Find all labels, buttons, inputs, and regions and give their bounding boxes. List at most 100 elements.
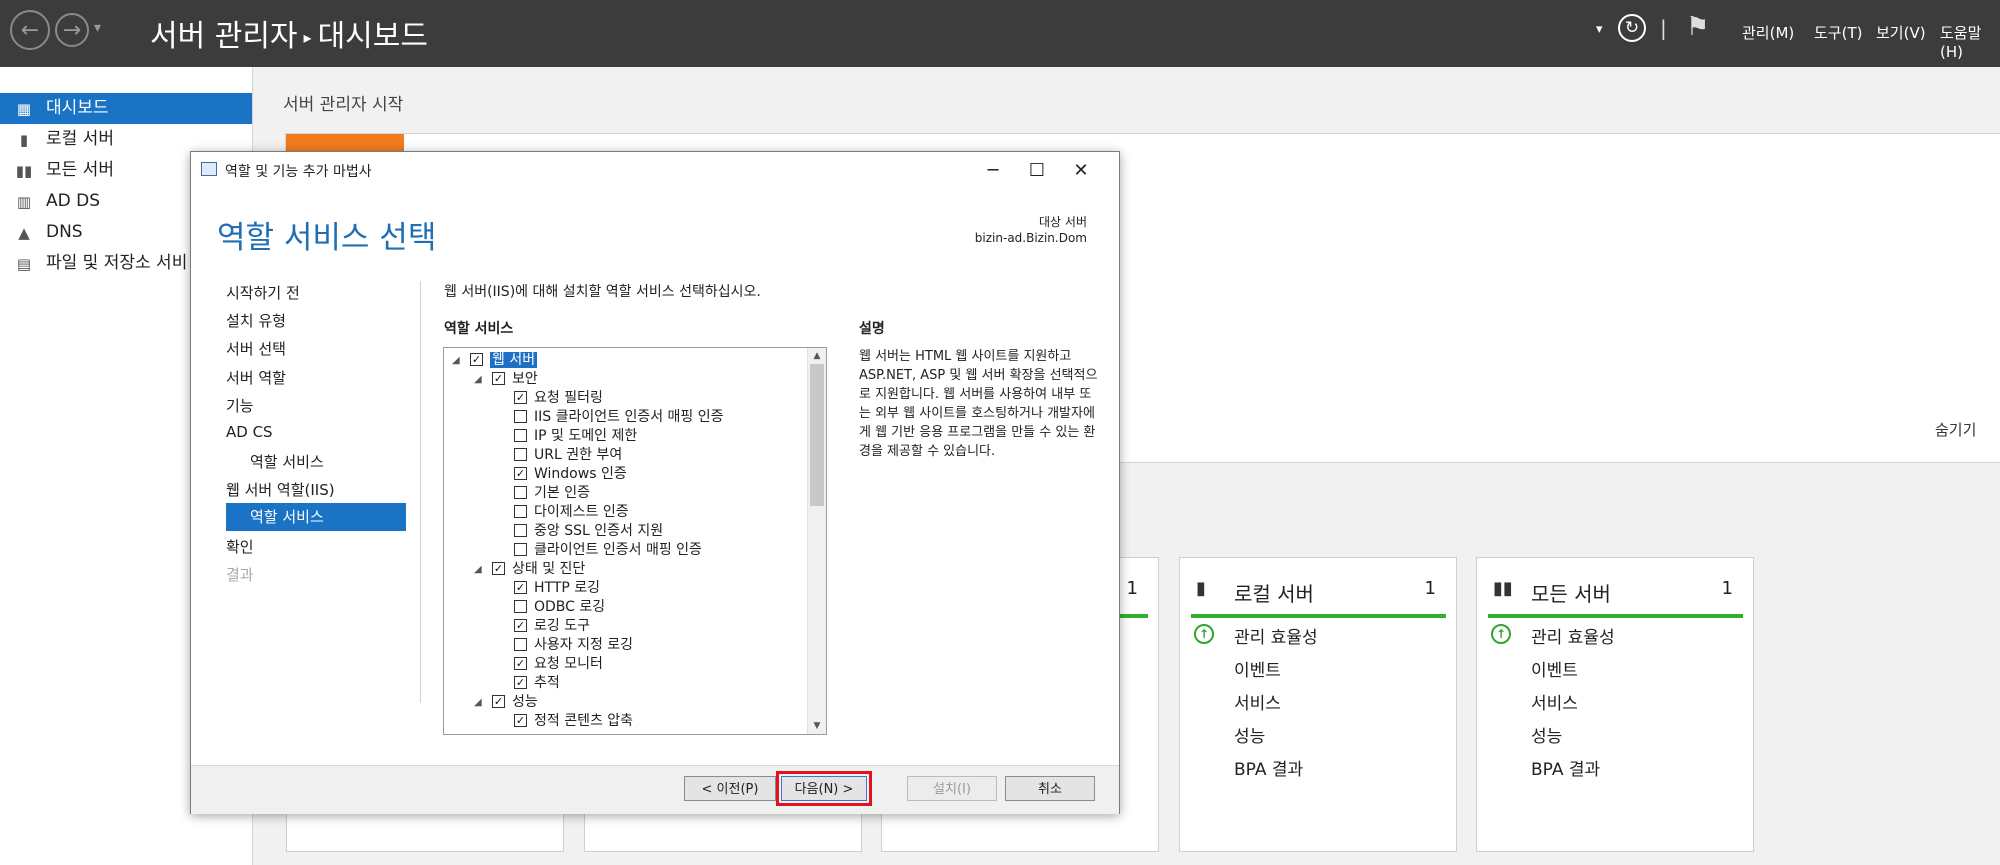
instruction-text: 웹 서버(IIS)에 대해 설치할 역할 서비스 선택하십시오. (444, 284, 761, 300)
tile-row-events[interactable]: 이벤트 (1531, 656, 1578, 681)
refresh-icon[interactable]: ↻ (1618, 14, 1646, 42)
tree-item-health-diagnostics[interactable]: ◢ ✓ 상태 및 진단 (474, 560, 585, 579)
checkbox[interactable]: ✓ (514, 466, 527, 480)
next-button[interactable]: 다음(N) > (776, 771, 872, 806)
step-web-server-role[interactable]: 웹 서버 역할(IIS) (226, 479, 335, 500)
tree-item-iis-client-cert-mapping[interactable]: IIS 클라이언트 인증서 매핑 인증 (514, 408, 724, 427)
step-before-you-begin[interactable]: 시작하기 전 (226, 282, 300, 303)
checkbox[interactable]: ✓ (514, 675, 527, 689)
tree-item-url-authorization[interactable]: URL 권한 부여 (514, 446, 622, 465)
menu-view[interactable]: 보기(V) (1876, 22, 1926, 43)
forward-button[interactable]: → (55, 13, 89, 47)
checkbox[interactable] (514, 409, 527, 423)
step-results: 결과 (226, 566, 254, 584)
role-services-tree[interactable]: ◢ ✓ 웹 서버 ◢ ✓ 보안 ✓ 요청 필터링 IIS 클라이언트 인증서 매핑 인… (443, 347, 827, 735)
minimize-button[interactable]: ─ (973, 156, 1013, 184)
checkbox[interactable] (514, 504, 527, 518)
expand-collapse-icon[interactable]: ◢ (452, 351, 460, 370)
tree-item-security[interactable]: ◢ ✓ 보안 (474, 370, 538, 389)
tree-item-digest-auth[interactable]: 다이제스트 인증 (514, 503, 629, 522)
tile-row-services[interactable]: 서비스 (1234, 689, 1281, 714)
tree-item-windows-auth[interactable]: ✓ Windows 인증 (514, 465, 627, 484)
step-features[interactable]: 기능 (226, 395, 254, 416)
expand-collapse-icon[interactable]: ◢ (474, 560, 482, 579)
target-server-label: 대상 서버 (1039, 215, 1087, 229)
checkbox[interactable]: ✓ (492, 561, 505, 575)
maximize-button[interactable]: ☐ (1017, 156, 1057, 184)
checkbox[interactable]: ✓ (514, 618, 527, 632)
tree-item-central-ssl[interactable]: 중앙 SSL 인증서 지원 (514, 522, 663, 541)
step-server-roles[interactable]: 서버 역할 (226, 367, 286, 388)
tree-label: 추적 (534, 675, 560, 691)
scroll-down-icon[interactable]: ▼ (808, 718, 826, 734)
tree-item-client-cert-mapping[interactable]: 클라이언트 인증서 매핑 인증 (514, 541, 702, 560)
scrollbar-thumb[interactable] (810, 364, 824, 506)
history-dropdown-icon[interactable]: ▾ (94, 20, 101, 36)
tree-item-custom-logging[interactable]: 사용자 지정 로깅 (514, 636, 633, 655)
hide-link[interactable]: 숨기기 (1935, 419, 1976, 440)
tree-item-request-filtering[interactable]: ✓ 요청 필터링 (514, 389, 603, 408)
ad-ds-icon: ▥ (16, 192, 32, 211)
tile-row-performance[interactable]: 성능 (1531, 722, 1562, 747)
tree-item-ip-domain-restrictions[interactable]: IP 및 도메인 제한 (514, 427, 637, 446)
tree-item-static-compression[interactable]: ✓ 정적 콘텐츠 압축 (514, 712, 633, 731)
tree-item-odbc-logging[interactable]: ODBC 로깅 (514, 598, 605, 617)
breadcrumb: 서버 관리자 ▸ 대시보드 (150, 11, 428, 55)
tile-row-events[interactable]: 이벤트 (1234, 656, 1281, 681)
tree-item-logging-tools[interactable]: ✓ 로깅 도구 (514, 617, 590, 636)
checkbox[interactable]: ✓ (514, 656, 527, 670)
step-confirmation[interactable]: 확인 (226, 536, 254, 557)
checkbox[interactable]: ✓ (492, 371, 505, 385)
expand-collapse-icon[interactable]: ◢ (474, 370, 482, 389)
step-ad-cs-role-services[interactable]: 역할 서비스 (250, 451, 324, 472)
previous-button[interactable]: < 이전(P) (684, 776, 776, 801)
notifications-dropdown-icon[interactable]: ▾ (1596, 22, 1603, 37)
dialog-titlebar[interactable]: 역할 및 기능 추가 마법사 ─ ☐ ✕ (191, 152, 1119, 188)
checkbox[interactable] (514, 447, 527, 461)
tree-item-web-server[interactable]: ◢ ✓ 웹 서버 (452, 351, 538, 370)
tree-item-tracing[interactable]: ✓ 추적 (514, 674, 560, 693)
checkbox[interactable] (514, 542, 527, 556)
checkbox[interactable]: ✓ (514, 713, 527, 727)
tile-row-manageability[interactable]: 관리 효율성 (1234, 623, 1318, 648)
close-button[interactable]: ✕ (1061, 156, 1101, 184)
checkbox[interactable] (514, 637, 527, 651)
tile-row-services[interactable]: 서비스 (1531, 689, 1578, 714)
checkbox[interactable] (514, 523, 527, 537)
tile-row-manageability[interactable]: 관리 효율성 (1531, 623, 1615, 648)
tree-item-http-logging[interactable]: ✓ HTTP 로깅 (514, 579, 600, 598)
tile-row-performance[interactable]: 성능 (1234, 722, 1265, 747)
checkbox[interactable]: ✓ (492, 694, 505, 708)
cancel-button[interactable]: 취소 (1005, 776, 1095, 801)
scroll-up-icon[interactable]: ▲ (808, 348, 826, 364)
step-installation-type[interactable]: 설치 유형 (226, 310, 286, 331)
sidebar-item-dashboard[interactable]: ▦ 대시보드 (0, 93, 252, 124)
sidebar-item-label: DNS (46, 222, 83, 242)
tile-row-bpa[interactable]: BPA 결과 (1234, 755, 1303, 780)
step-ad-cs[interactable]: AD CS (226, 423, 273, 441)
tree-item-basic-auth[interactable]: 기본 인증 (514, 484, 590, 503)
tile-row-bpa[interactable]: BPA 결과 (1531, 755, 1600, 780)
checkbox[interactable]: ✓ (514, 390, 527, 404)
install-button: 설치(I) (907, 776, 997, 801)
menu-tools[interactable]: 도구(T) (1814, 22, 1862, 43)
checkbox[interactable] (514, 599, 527, 613)
checkbox[interactable]: ✓ (470, 352, 483, 366)
tree-item-request-monitor[interactable]: ✓ 요청 모니터 (514, 655, 603, 674)
expand-collapse-icon[interactable]: ◢ (474, 693, 482, 712)
checkbox[interactable] (514, 485, 527, 499)
checkbox[interactable] (514, 428, 527, 442)
tree-item-performance[interactable]: ◢ ✓ 성능 (474, 693, 538, 712)
menu-manage[interactable]: 관리(M) (1742, 22, 1794, 43)
flag-icon[interactable]: ⚑ (1686, 12, 1709, 42)
back-button[interactable]: ← (10, 10, 50, 50)
local-server-tile[interactable]: ▮ 로컬 서버 1 ↑ 관리 효율성 이벤트 서비스 성능 BPA 결과 (1179, 557, 1457, 852)
tree-label: 보안 (512, 371, 538, 387)
menu-help[interactable]: 도움말(H) (1940, 22, 2000, 61)
tree-scrollbar[interactable]: ▲ ▼ (807, 348, 826, 734)
step-server-selection[interactable]: 서버 선택 (226, 338, 286, 359)
checkbox[interactable]: ✓ (514, 580, 527, 594)
tree-label: ODBC 로깅 (534, 599, 606, 615)
all-servers-tile[interactable]: ▮▮ 모든 서버 1 ↑ 관리 효율성 이벤트 서비스 성능 BPA 결과 (1476, 557, 1754, 852)
step-web-role-services[interactable]: 역할 서비스 (226, 503, 406, 531)
